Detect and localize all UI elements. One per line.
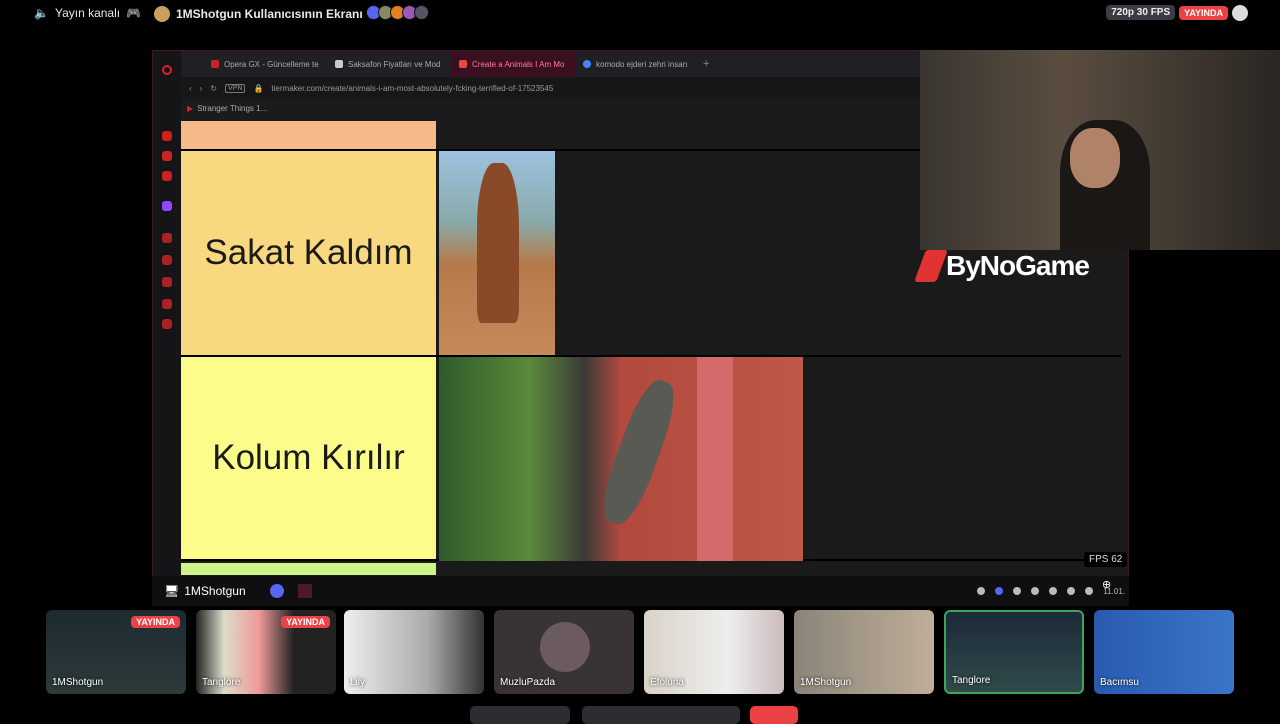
wifi-icon[interactable] xyxy=(1067,587,1076,595)
channel-name: Yayın kanalı xyxy=(54,6,121,20)
zoom-icon[interactable]: ⊕ xyxy=(1102,578,1111,591)
forward-icon[interactable]: › xyxy=(200,84,203,93)
participant-name: Bacımsu xyxy=(1100,677,1139,688)
screen-icon: 🖥 xyxy=(164,584,180,598)
participant-tile[interactable]: MuzluPazda xyxy=(494,610,634,694)
participant-tile[interactable]: Efoluna xyxy=(644,610,784,694)
bookmark-icon: ▶ xyxy=(187,103,194,113)
avatar xyxy=(154,6,170,22)
tier-row-kolum: Kolum Kırılır xyxy=(181,355,1121,561)
participant-name: Efoluna xyxy=(650,677,684,688)
sidebar-app-icon[interactable] xyxy=(162,299,172,309)
bynogame-logo: ByNoGame xyxy=(914,250,1090,282)
opera-logo-icon[interactable] xyxy=(162,65,172,75)
tab-tiermaker[interactable]: Create a Animals I Am Mo xyxy=(451,51,575,77)
stream-title: 1MShotgun Kullanıcısının Ekranı xyxy=(176,7,363,21)
sidebar-app-icon[interactable] xyxy=(162,277,172,287)
fps-counter: FPS 62 xyxy=(1084,552,1128,567)
streamer-webcam xyxy=(920,50,1280,250)
participant-tile[interactable]: 1MShotgun xyxy=(794,610,934,694)
sidebar-app-icon[interactable] xyxy=(162,255,172,265)
browser-sidebar xyxy=(153,51,181,605)
chat-icon[interactable] xyxy=(1232,5,1248,21)
live-badge: YAYINDA xyxy=(131,616,180,628)
tab-label: Create a Animals I Am Mo xyxy=(472,59,565,69)
stream-header: 🔈 Yayın kanalı 🎮 1MShotgun Kullanıcısını… xyxy=(0,0,1280,26)
participant-tile[interactable]: Bacımsu xyxy=(1094,610,1234,694)
participant-tile[interactable]: YAYINDA Tanglore xyxy=(196,610,336,694)
channel-info: 🔈 Yayın kanalı 🎮 xyxy=(34,6,141,20)
live-badge: YAYINDA xyxy=(1179,5,1228,20)
new-tab-icon[interactable]: + xyxy=(703,58,709,70)
participant-name: 1MShotgun xyxy=(52,677,104,688)
tab-saxophone[interactable]: Saksafon Fiyatları ve Mod xyxy=(327,51,451,77)
streamer-name: 1MShotgun xyxy=(184,584,246,598)
battery-icon[interactable] xyxy=(1085,587,1094,595)
lace-monitor-image[interactable] xyxy=(439,357,803,561)
bookmark-item[interactable]: Stranger Things 1... xyxy=(197,104,267,113)
tier-row-next xyxy=(181,563,436,575)
microphone-icon[interactable] xyxy=(1031,587,1040,595)
live-badge: YAYINDA xyxy=(281,616,330,628)
participant-name: Tanglore xyxy=(202,677,241,688)
url-field[interactable]: tiermaker.com/create/animals-i-am-most-a… xyxy=(271,84,553,93)
volume-icon[interactable] xyxy=(1049,587,1058,595)
termite-mound-image[interactable] xyxy=(439,151,555,355)
participant-name: MuzluPazda xyxy=(500,677,556,688)
opera-taskbar-icon[interactable] xyxy=(297,584,312,598)
viewer-avatars[interactable] xyxy=(365,5,429,23)
tab-opera-update[interactable]: Opera GX - Güncelleme te xyxy=(203,51,327,77)
tier-row-top xyxy=(181,121,436,149)
tab-label: komodo ejderi zehri insan xyxy=(596,59,688,69)
stream-status: 720p 30 FPS YAYINDA xyxy=(1106,5,1228,20)
participant-tile[interactable]: YAYINDA 1MShotgun xyxy=(46,610,186,694)
bynogame-logo-icon xyxy=(914,250,948,282)
avatar xyxy=(540,622,590,672)
back-icon[interactable]: ‹ xyxy=(189,84,192,93)
sidebar-app-icon[interactable] xyxy=(162,171,172,181)
vpn-badge[interactable]: VPN xyxy=(225,83,246,93)
shared-taskbar: 🖥 1MShotgun 11.01. xyxy=(152,576,1129,606)
twitch-icon[interactable] xyxy=(162,201,172,211)
tab-label: Opera GX - Güncelleme te xyxy=(224,59,319,69)
logo-text: ByNoGame xyxy=(946,250,1090,281)
lock-icon: 🔒 xyxy=(253,83,264,93)
participant-name: 1MShotgun xyxy=(800,677,852,688)
sidebar-app-icon[interactable] xyxy=(162,131,172,141)
stream-title-group: 1MShotgun Kullanıcısının Ekranı xyxy=(154,5,429,23)
participant-strip: YAYINDA 1MShotgun YAYINDA Tanglore Lily … xyxy=(0,610,1280,694)
streamer-label: 🖥 1MShotgun xyxy=(164,584,246,598)
tray-app-icon[interactable] xyxy=(1013,587,1022,595)
activity-controls[interactable] xyxy=(582,706,740,724)
tray-arrow-icon[interactable] xyxy=(977,587,986,595)
participant-tile[interactable]: Lily xyxy=(344,610,484,694)
participant-tile-selected[interactable]: Tanglore xyxy=(944,610,1084,694)
tray-app-icon[interactable] xyxy=(995,587,1004,595)
disconnect-button[interactable] xyxy=(750,706,798,724)
sidebar-app-icon[interactable] xyxy=(162,319,172,329)
quality-badge: 720p 30 FPS xyxy=(1106,5,1176,20)
sidebar-app-icon[interactable] xyxy=(162,233,172,243)
participant-name: Tanglore xyxy=(952,675,991,686)
discord-taskbar-icon[interactable] xyxy=(269,584,284,598)
tab-label: Saksafon Fiyatları ve Mod xyxy=(348,59,441,69)
speaker-icon: 🔈 xyxy=(34,6,49,20)
voice-controls[interactable] xyxy=(470,706,570,724)
reload-icon[interactable]: ↻ xyxy=(210,84,217,93)
game-controller-icon: 🎮 xyxy=(126,6,142,20)
tier-label[interactable]: Kolum Kırılır xyxy=(181,357,436,559)
sidebar-app-icon[interactable] xyxy=(162,151,172,161)
tier-label[interactable]: Sakat Kaldım xyxy=(181,151,436,355)
tab-komodo[interactable]: komodo ejderi zehri insan xyxy=(575,51,699,77)
participant-name: Lily xyxy=(350,677,366,688)
